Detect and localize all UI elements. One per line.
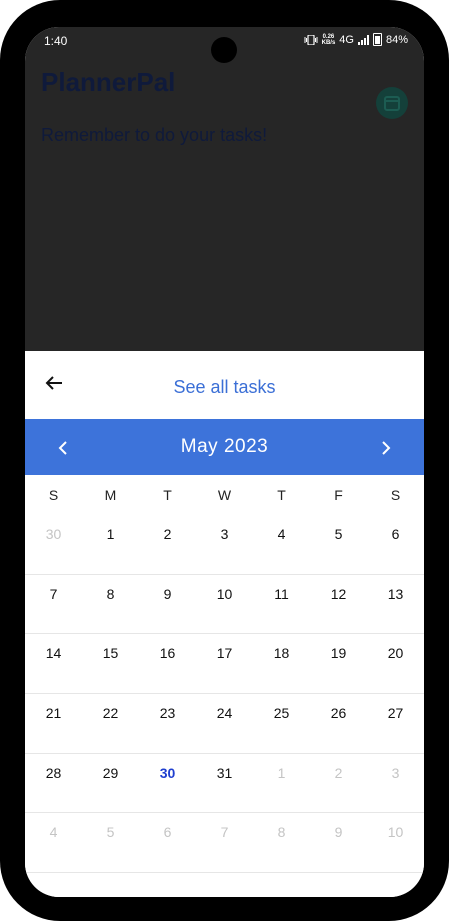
calendar-day[interactable]: 12 (310, 575, 367, 634)
calendar-day[interactable]: 3 (367, 754, 424, 813)
tasks-sheet: See all tasks May 2023 S M T W T F S 30 … (25, 351, 424, 897)
calendar-week: 7 8 9 10 11 12 13 (25, 575, 424, 635)
calendar-week: 14 15 16 17 18 19 20 (25, 634, 424, 695)
calendar-button[interactable] (376, 87, 408, 119)
calendar-day[interactable]: 20 (367, 634, 424, 693)
camera-cutout (211, 37, 237, 63)
screen: 1:40 0.26 KB/s 4G 84% PlannerPal Remembe… (25, 27, 424, 897)
calendar-day[interactable]: 11 (253, 575, 310, 634)
weekday-header: S M T W T F S (25, 487, 424, 503)
app-title: PlannerPal (41, 67, 176, 97)
month-header: May 2023 (25, 419, 424, 475)
calendar-week: 4 5 6 7 8 9 10 (25, 813, 424, 874)
calendar-day[interactable]: 8 (82, 575, 139, 634)
vibrate-icon (304, 34, 318, 45)
calendar-day[interactable]: 5 (310, 515, 367, 574)
weekday-label: W (217, 487, 232, 503)
weekday-label: F (334, 487, 343, 503)
calendar-day[interactable]: 1 (253, 754, 310, 813)
calendar-day[interactable]: 7 (25, 575, 82, 634)
see-all-tasks-link[interactable]: See all tasks (25, 377, 424, 398)
calendar-week: 30 1 2 3 4 5 6 (25, 515, 424, 575)
calendar-day[interactable]: 6 (367, 515, 424, 574)
calendar-day[interactable]: 2 (310, 754, 367, 813)
calendar-day[interactable]: 21 (25, 694, 82, 753)
network-speed: 0.26 KB/s (321, 33, 336, 46)
calendar-grid: 30 1 2 3 4 5 6 7 8 9 10 11 12 13 14 15 1… (25, 515, 424, 874)
weekday-label: T (163, 487, 172, 503)
calendar-day[interactable]: 27 (367, 694, 424, 753)
calendar-day[interactable]: 8 (253, 813, 310, 872)
signal-icon (357, 34, 369, 45)
calendar-day[interactable]: 14 (25, 634, 82, 693)
status-bar: 1:40 0.26 KB/s 4G 84% (25, 27, 424, 63)
network-type: 4G (339, 33, 354, 46)
status-time: 1:40 (44, 34, 68, 48)
calendar-day[interactable]: 16 (139, 634, 196, 693)
calendar-day[interactable]: 5 (82, 813, 139, 872)
weekday-label: S (390, 487, 401, 503)
weekday-label: S (48, 487, 59, 503)
calendar-day[interactable]: 7 (196, 813, 253, 872)
calendar-day[interactable]: 4 (25, 813, 82, 872)
calendar-day[interactable]: 31 (196, 754, 253, 813)
calendar-week: 28 29 30 31 1 2 3 (25, 754, 424, 814)
calendar-day[interactable]: 1 (82, 515, 139, 574)
calendar-day[interactable]: 19 (310, 634, 367, 693)
calendar-day[interactable]: 9 (310, 813, 367, 872)
calendar-day[interactable]: 30 (25, 515, 82, 574)
calendar-day[interactable]: 24 (196, 694, 253, 753)
calendar-day[interactable]: 17 (196, 634, 253, 693)
calendar-day[interactable]: 9 (139, 575, 196, 634)
battery-percent: 84% (385, 33, 408, 46)
calendar-day-today[interactable]: 30 (139, 754, 196, 813)
calendar-day[interactable]: 10 (367, 813, 424, 872)
calendar-day[interactable]: 10 (196, 575, 253, 634)
calendar-day[interactable]: 18 (253, 634, 310, 693)
calendar-week: 21 22 23 24 25 26 27 (25, 694, 424, 754)
battery-icon (372, 33, 382, 46)
phone-frame: 1:40 0.26 KB/s 4G 84% PlannerPal Remembe… (0, 0, 449, 921)
background-app: 1:40 0.26 KB/s 4G 84% PlannerPal Remembe… (25, 27, 424, 351)
calendar-day[interactable]: 6 (139, 813, 196, 872)
calendar-day[interactable]: 26 (310, 694, 367, 753)
status-icons: 0.26 KB/s 4G 84% (304, 33, 408, 46)
calendar-day[interactable]: 23 (139, 694, 196, 753)
calendar-day[interactable]: 3 (196, 515, 253, 574)
calendar-day[interactable]: 15 (82, 634, 139, 693)
calendar-day[interactable]: 4 (253, 515, 310, 574)
calendar-day[interactable]: 25 (253, 694, 310, 753)
month-label: May 2023 (180, 436, 269, 457)
chevron-right-icon[interactable] (374, 437, 396, 459)
calendar-day[interactable]: 22 (82, 694, 139, 753)
calendar-day[interactable]: 29 (82, 754, 139, 813)
weekday-label: T (277, 487, 286, 503)
calendar-icon (384, 96, 400, 111)
calendar-day[interactable]: 2 (139, 515, 196, 574)
weekday-label: M (104, 487, 117, 503)
calendar-day[interactable]: 28 (25, 754, 82, 813)
calendar-day[interactable]: 13 (367, 575, 424, 634)
app-subtitle: Remember to do your tasks! (41, 125, 268, 145)
